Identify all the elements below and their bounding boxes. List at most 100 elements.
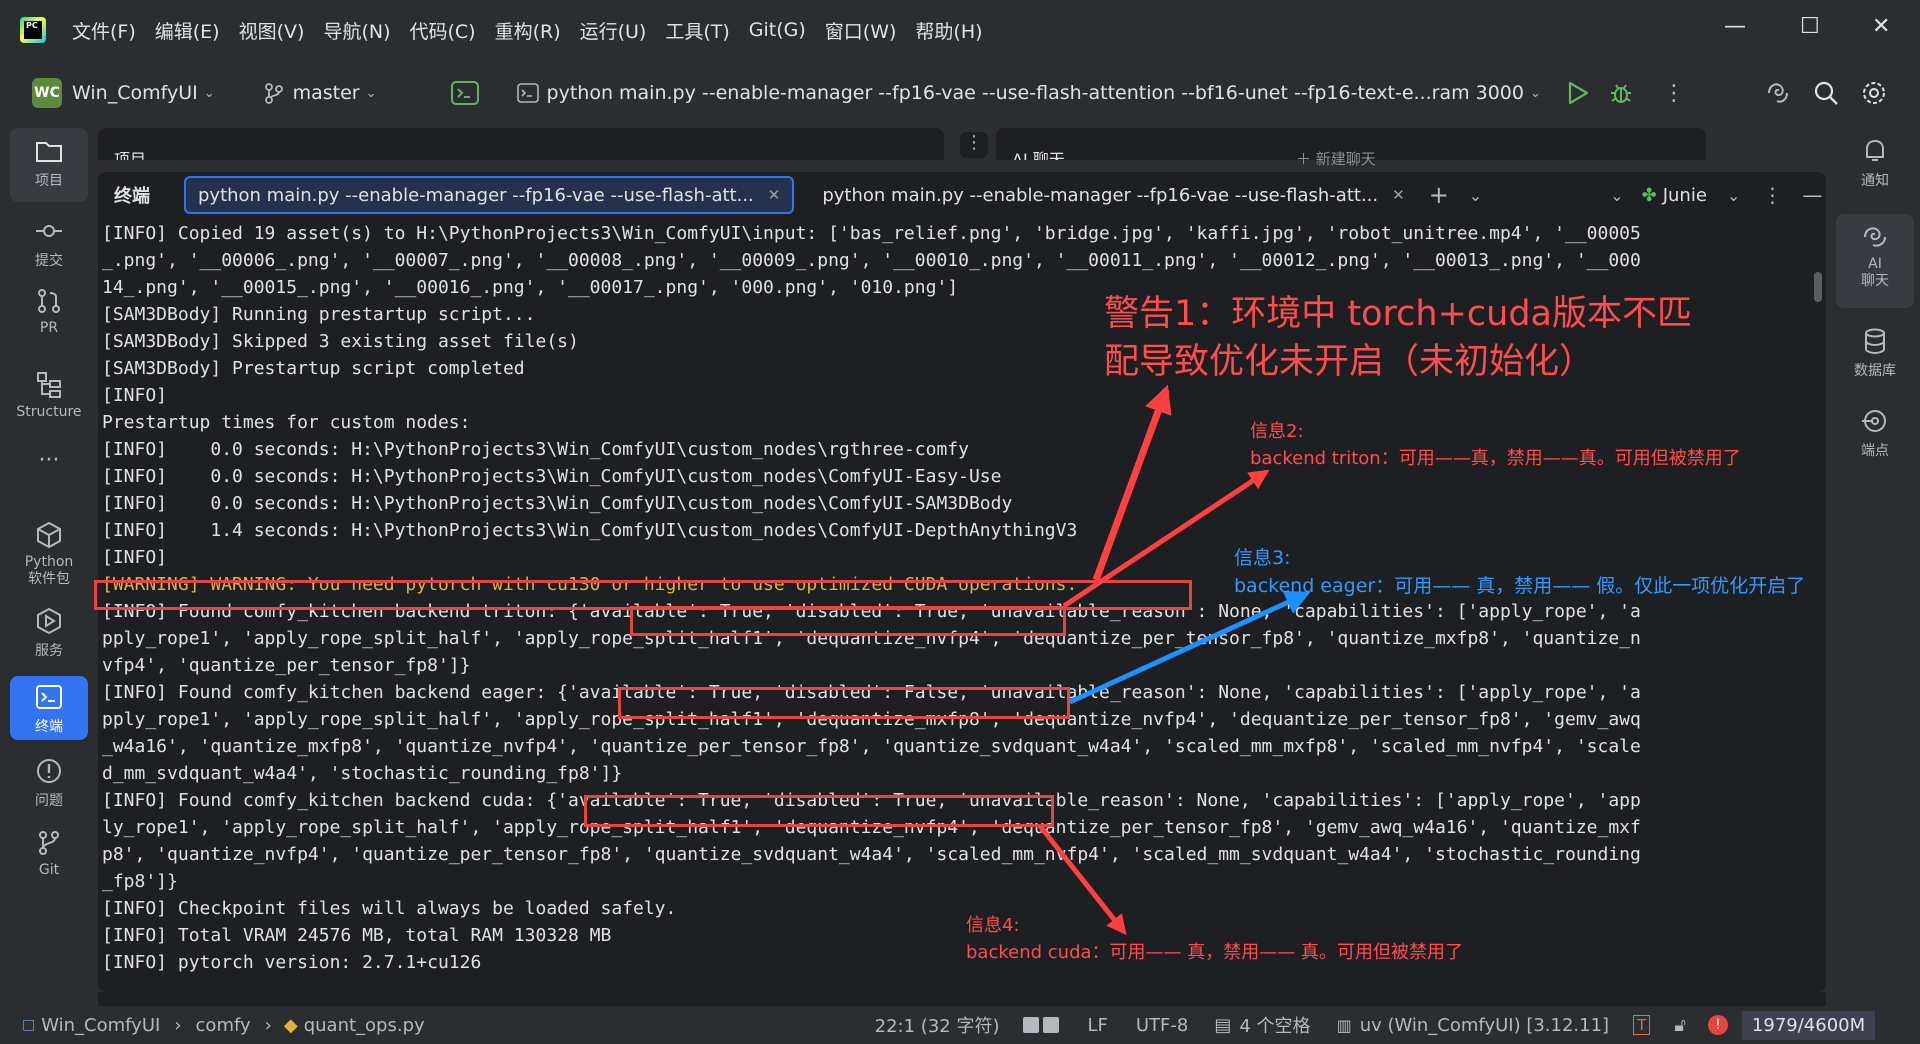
annotation-box-triton bbox=[630, 606, 1066, 636]
breadcrumb-file[interactable]: quant_ops.py bbox=[304, 1015, 425, 1036]
structure-icon bbox=[37, 372, 61, 398]
breadcrumb-project[interactable]: Win_ComfyUI bbox=[41, 1015, 160, 1036]
search-icon[interactable] bbox=[1813, 80, 1839, 106]
bell-icon bbox=[1866, 139, 1884, 161]
menu-file[interactable]: 文件(F) bbox=[72, 17, 136, 44]
junie-icon: ✤ bbox=[1641, 184, 1657, 206]
more-actions-icon[interactable]: ⋮ bbox=[1663, 81, 1685, 106]
tool-notifications[interactable]: 通知 bbox=[1836, 136, 1914, 190]
menu-git[interactable]: Git(G) bbox=[749, 19, 806, 41]
terminal-run-icon[interactable] bbox=[450, 81, 479, 105]
chevron-down-icon[interactable]: ⌄ bbox=[366, 86, 377, 101]
maximize-icon[interactable]: ☐ bbox=[1800, 14, 1820, 39]
tool-structure-label: Structure bbox=[16, 404, 82, 420]
terminal-line: [INFO] Total VRAM 24576 MB, total RAM 13… bbox=[102, 925, 612, 946]
git-icon bbox=[39, 831, 59, 855]
type-hint-icon[interactable]: T bbox=[1633, 1015, 1651, 1035]
tool-services[interactable]: 服务 bbox=[10, 606, 88, 660]
more-tools-icon[interactable]: ··· bbox=[10, 448, 88, 473]
pycharm-logo-icon[interactable]: PC bbox=[20, 17, 46, 43]
terminal-line: _fp8']} bbox=[102, 871, 178, 892]
menu-code[interactable]: 代码(C) bbox=[409, 17, 475, 44]
tool-problems[interactable]: 问题 bbox=[10, 756, 88, 810]
more-options-icon[interactable]: ⋮ bbox=[1762, 183, 1782, 207]
annotation-info4: 信息4: backend cuda：可用—— 真，禁用—— 真。可用但被禁用了 bbox=[966, 912, 1463, 966]
line-separator[interactable]: LF bbox=[1087, 1015, 1107, 1036]
chevron-down-icon[interactable]: ⌄ bbox=[1727, 186, 1740, 205]
interpreter-icon: ▥ bbox=[1336, 1015, 1352, 1035]
debug-icon[interactable] bbox=[1609, 81, 1633, 105]
ai-assistant-icon[interactable] bbox=[1765, 80, 1791, 106]
annotation-box-cuda bbox=[584, 795, 1054, 827]
tool-endpoints[interactable]: 端点 bbox=[1836, 406, 1914, 460]
menu-help[interactable]: 帮助(H) bbox=[915, 17, 982, 44]
run-configuration[interactable]: python main.py --enable-manager --fp16-v… bbox=[547, 82, 1524, 104]
project-badge[interactable]: WC bbox=[32, 78, 62, 108]
tool-terminal-label: 终端 bbox=[35, 719, 63, 735]
database-icon bbox=[1865, 328, 1885, 355]
close-tab-icon[interactable]: ✕ bbox=[1392, 186, 1405, 204]
terminal-line: [INFO] 1.4 seconds: H:\PythonProjects3\W… bbox=[102, 520, 1078, 541]
menu-window[interactable]: 窗口(W) bbox=[825, 17, 897, 44]
lock-icon[interactable]: 🔓︎ bbox=[1674, 1015, 1686, 1036]
status-bar: □ Win_ComfyUI › comfy › ◆ quant_ops.py 2… bbox=[0, 1006, 1920, 1044]
menu-tools[interactable]: 工具(T) bbox=[665, 17, 729, 44]
problems-icon bbox=[37, 759, 61, 783]
run-icon[interactable] bbox=[1567, 81, 1589, 105]
close-window-icon[interactable]: ✕ bbox=[1872, 14, 1890, 39]
tool-database[interactable]: 数据库 bbox=[1836, 326, 1914, 380]
new-chat-button[interactable]: ＋ 新建聊天 bbox=[1296, 148, 1376, 169]
menu-run[interactable]: 运行(U) bbox=[580, 17, 647, 44]
python-interpreter[interactable]: uv (Win_ComfyUI) [3.12.11] bbox=[1360, 1015, 1609, 1036]
close-tab-icon[interactable]: ✕ bbox=[768, 186, 781, 204]
menu-edit[interactable]: 编辑(E) bbox=[155, 17, 220, 44]
new-terminal-tab-icon[interactable]: + bbox=[1429, 181, 1449, 209]
annotation-warning1-line1: 警告1：环境中 torch+cuda版本不匹 bbox=[1104, 294, 1692, 334]
breadcrumb-separator-icon: › bbox=[174, 1014, 182, 1036]
junie-label[interactable]: Junie bbox=[1663, 185, 1707, 206]
tool-database-label: 数据库 bbox=[1854, 363, 1896, 379]
tool-python-packages[interactable]: Python 软件包 bbox=[10, 520, 88, 588]
logo-text: PC bbox=[26, 21, 38, 30]
hide-panel-icon[interactable]: — bbox=[1802, 183, 1822, 207]
project-panel-header[interactable]: 项目 bbox=[98, 128, 944, 160]
chevron-down-icon[interactable]: ⌄ bbox=[1610, 186, 1623, 205]
terminal-line: _.png', '__00006_.png', '__00007_.png', … bbox=[102, 250, 1641, 271]
indent-setting[interactable]: 4 个空格 bbox=[1239, 1012, 1310, 1038]
caret-position[interactable]: 22:1 (32 字符) bbox=[875, 1012, 1000, 1038]
terminal-line: _w4a16', 'quantize_mxfp8', 'quantize_nvf… bbox=[102, 736, 1641, 757]
annotation-info2-title: 信息2: bbox=[1250, 421, 1304, 442]
panel-options-icon[interactable]: ⋮ bbox=[960, 132, 988, 158]
file-encoding[interactable]: UTF-8 bbox=[1136, 1015, 1188, 1036]
chevron-down-icon[interactable]: ⌄ bbox=[204, 86, 215, 101]
settings-gear-icon[interactable] bbox=[1861, 80, 1887, 106]
breadcrumb-folder[interactable]: comfy bbox=[196, 1015, 251, 1036]
tool-project[interactable]: 项目 bbox=[10, 128, 88, 202]
menu-refactor[interactable]: 重构(R) bbox=[495, 17, 561, 44]
terminal-scrollbar[interactable] bbox=[1814, 272, 1822, 302]
run-config-icon bbox=[516, 83, 539, 103]
tool-git[interactable]: Git bbox=[10, 828, 88, 878]
chevron-down-icon[interactable]: ⌄ bbox=[1469, 186, 1482, 205]
project-name[interactable]: Win_ComfyUI bbox=[72, 82, 198, 104]
readonly-toggle-icon[interactable] bbox=[1023, 1017, 1040, 1033]
error-indicator-icon[interactable]: ! bbox=[1707, 1015, 1728, 1035]
annotation-warning1: 警告1：环境中 torch+cuda版本不匹 配导致优化未开启（未初始化） bbox=[1104, 290, 1692, 386]
tool-commit[interactable]: 提交 bbox=[10, 216, 88, 270]
tool-ai-chat[interactable]: AI 聊天 bbox=[1836, 214, 1914, 308]
terminal-tab-2[interactable]: python main.py --enable-manager --fp16-v… bbox=[810, 176, 1416, 214]
chevron-down-icon[interactable]: ⌄ bbox=[1530, 86, 1541, 101]
memory-indicator[interactable]: 1979/4600M bbox=[1741, 1010, 1876, 1040]
menu-navigate[interactable]: 导航(N) bbox=[323, 17, 390, 44]
annotation-warning1-line2: 配导致优化未开启（未初始化） bbox=[1104, 342, 1595, 382]
tool-structure[interactable]: Structure bbox=[10, 370, 88, 420]
branch-name[interactable]: master bbox=[293, 82, 360, 104]
terminal-tab-1[interactable]: python main.py --enable-manager --fp16-v… bbox=[184, 176, 795, 214]
menu-view[interactable]: 视图(V) bbox=[239, 17, 305, 44]
tool-pull-requests[interactable]: PR bbox=[10, 286, 88, 336]
inspection-toggle-icon[interactable] bbox=[1043, 1017, 1060, 1033]
left-tool-strip: 项目 提交 PR Structure ··· Python 软件包 服务 终端 bbox=[0, 126, 98, 1006]
minimize-icon[interactable]: — bbox=[1724, 14, 1746, 39]
python-packages-icon bbox=[37, 521, 61, 549]
tool-terminal[interactable]: 终端 bbox=[10, 676, 88, 740]
